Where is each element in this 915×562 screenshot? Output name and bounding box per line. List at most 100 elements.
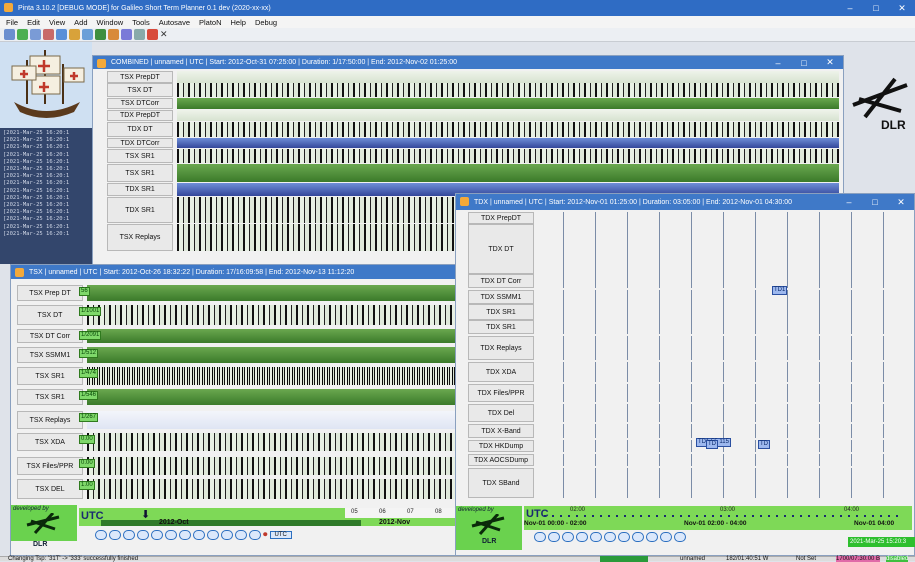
combined-row-lane[interactable] — [177, 138, 839, 148]
combined-row-label[interactable]: TSX Replays — [107, 224, 173, 251]
tsx-row-label[interactable]: TSX SR1 — [17, 367, 83, 385]
combined-row-lane[interactable] — [177, 164, 839, 182]
prev-day-button[interactable] — [207, 529, 219, 540]
combined-row-label[interactable]: TDX SR1 — [107, 197, 173, 223]
record-icon[interactable]: ⏺ — [263, 529, 268, 540]
menu-item-view[interactable]: View — [49, 18, 65, 27]
tdx-row-lane[interactable] — [532, 336, 910, 360]
combined-row-lane[interactable] — [177, 149, 839, 163]
nav-prev-button[interactable] — [109, 529, 121, 540]
tdx-nav-next-button[interactable] — [576, 532, 588, 542]
tdx-activity-box[interactable]: TD — [706, 440, 718, 449]
tsx-row-lane[interactable] — [87, 411, 455, 429]
stop-icon[interactable] — [147, 29, 158, 40]
tdx-row-lane[interactable] — [532, 468, 910, 498]
lock-button[interactable] — [249, 529, 261, 540]
nav-last-button[interactable] — [151, 529, 163, 540]
combined-row-label[interactable]: TDX PrepDT — [107, 110, 173, 121]
redo-icon[interactable] — [134, 29, 145, 40]
combined-row-label[interactable]: TDX SR1 — [107, 183, 173, 196]
tsx-row-label[interactable]: TSX DT Corr — [17, 329, 83, 343]
tdx-zoom-in-button[interactable] — [604, 532, 616, 542]
tsx-row-label[interactable]: TSX SSMM1 — [17, 347, 83, 363]
tdx-row-label[interactable]: TDX Del — [468, 404, 534, 422]
tdx-prev-button[interactable] — [646, 532, 658, 542]
combined-row-lane[interactable] — [177, 98, 839, 109]
tdx-row-label[interactable]: TDX XDA — [468, 362, 534, 382]
tsx-row-lane[interactable] — [87, 305, 455, 325]
menu-item-help[interactable]: Help — [231, 18, 246, 27]
combined-row-label[interactable]: TSX DTCorr — [107, 98, 173, 109]
next-day-button[interactable] — [221, 529, 233, 540]
tdx-row-label[interactable]: TDX DT — [468, 224, 534, 274]
maximize-button[interactable]: □ — [863, 0, 889, 16]
combined-row-label[interactable]: TSX DT — [107, 83, 173, 97]
tdx-nav-first-button[interactable] — [534, 532, 546, 542]
tdx-refresh-button[interactable] — [674, 532, 686, 542]
menu-item-tools[interactable]: Tools — [132, 18, 150, 27]
tdx-row-label[interactable]: TDX SSMM1 — [468, 290, 534, 304]
combined-row-label[interactable]: TDX DTCorr — [107, 138, 173, 148]
zoom-out-button[interactable] — [179, 529, 191, 540]
tdx-row-lane[interactable] — [532, 212, 910, 224]
tsx-time-axis[interactable]: UTC ⬇ 2012-Oct 2012-Nov 05 06 07 08 — [79, 508, 455, 526]
combined-maximize-button[interactable]: □ — [791, 56, 817, 69]
combined-minimize-button[interactable]: – — [765, 56, 791, 69]
combined-row-label[interactable]: TSX SR1 — [107, 164, 173, 182]
tsx-row-label[interactable]: TSX XDA — [17, 433, 83, 451]
tdx-row-lane[interactable] — [532, 404, 910, 422]
tdx-row-label[interactable]: TDX SR1 — [468, 304, 534, 320]
nav-play-button[interactable] — [123, 529, 135, 540]
chart-icon[interactable] — [108, 29, 119, 40]
tsx-row-lane[interactable] — [87, 285, 455, 301]
nav-next-button[interactable] — [137, 529, 149, 540]
combined-row-lane[interactable] — [177, 83, 839, 97]
tdx-row-lane[interactable] — [532, 384, 910, 402]
fit-button[interactable] — [193, 529, 205, 540]
tsx-row-lane[interactable] — [87, 329, 455, 343]
tsx-row-label[interactable]: TSX Replays — [17, 411, 83, 429]
tdx-row-lane[interactable] — [532, 274, 910, 288]
zoom-icon[interactable] — [82, 29, 93, 40]
tdx-row-label[interactable]: TDX X-Band — [468, 424, 534, 438]
new-icon[interactable] — [4, 29, 15, 40]
tdx-row-label[interactable]: TDX DT Corr — [468, 274, 534, 288]
tdx-nav-play-button[interactable] — [562, 532, 574, 542]
close-x-icon[interactable]: ✕ — [160, 29, 168, 40]
copy-icon[interactable] — [56, 29, 67, 40]
tdx-fit-button[interactable] — [632, 532, 644, 542]
combined-row-label[interactable]: TSX PrepDT — [107, 71, 173, 83]
combined-row-lane[interactable] — [177, 122, 839, 137]
cut-icon[interactable] — [43, 29, 54, 40]
menu-item-platon[interactable]: PlatoN — [199, 18, 222, 27]
menu-item-add[interactable]: Add — [74, 18, 87, 27]
tdx-row-lane[interactable] — [532, 290, 910, 304]
paste-icon[interactable] — [69, 29, 80, 40]
menu-item-file[interactable]: File — [6, 18, 18, 27]
tsx-row-label[interactable]: TSX DEL — [17, 479, 83, 499]
tdx-zoom-out-button[interactable] — [618, 532, 630, 542]
tdx-row-lane[interactable] — [532, 454, 910, 466]
tsx-row-label[interactable]: TSX SR1 — [17, 389, 83, 405]
tsx-row-lane[interactable] — [87, 457, 455, 475]
refresh-button[interactable] — [235, 529, 247, 540]
save-icon[interactable] — [30, 29, 41, 40]
tdx-row-label[interactable]: TDX PrepDT — [468, 212, 534, 224]
menu-item-debug[interactable]: Debug — [255, 18, 277, 27]
tdx-nav-prev-button[interactable] — [548, 532, 560, 542]
tdx-row-lane[interactable] — [532, 304, 910, 320]
tsx-row-label[interactable]: TSX Files/PPR — [17, 457, 83, 475]
tdx-row-label[interactable]: TDX AOCSDump — [468, 454, 534, 466]
close-button[interactable]: ✕ — [889, 0, 915, 16]
combined-row-label[interactable]: TDX DT — [107, 122, 173, 137]
tdx-row-label[interactable]: TDX SBand — [468, 468, 534, 498]
combined-row-lane[interactable] — [177, 110, 839, 121]
tsx-row-lane[interactable] — [87, 389, 455, 405]
menu-item-autosave[interactable]: Autosave — [159, 18, 190, 27]
combined-close-button[interactable]: ✕ — [817, 56, 843, 69]
menu-item-window[interactable]: Window — [97, 18, 124, 27]
tdx-activity-box[interactable]: TD1 — [772, 286, 788, 295]
minimize-button[interactable]: – — [837, 0, 863, 16]
combined-row-lane[interactable] — [177, 71, 839, 83]
undo-icon[interactable] — [121, 29, 132, 40]
